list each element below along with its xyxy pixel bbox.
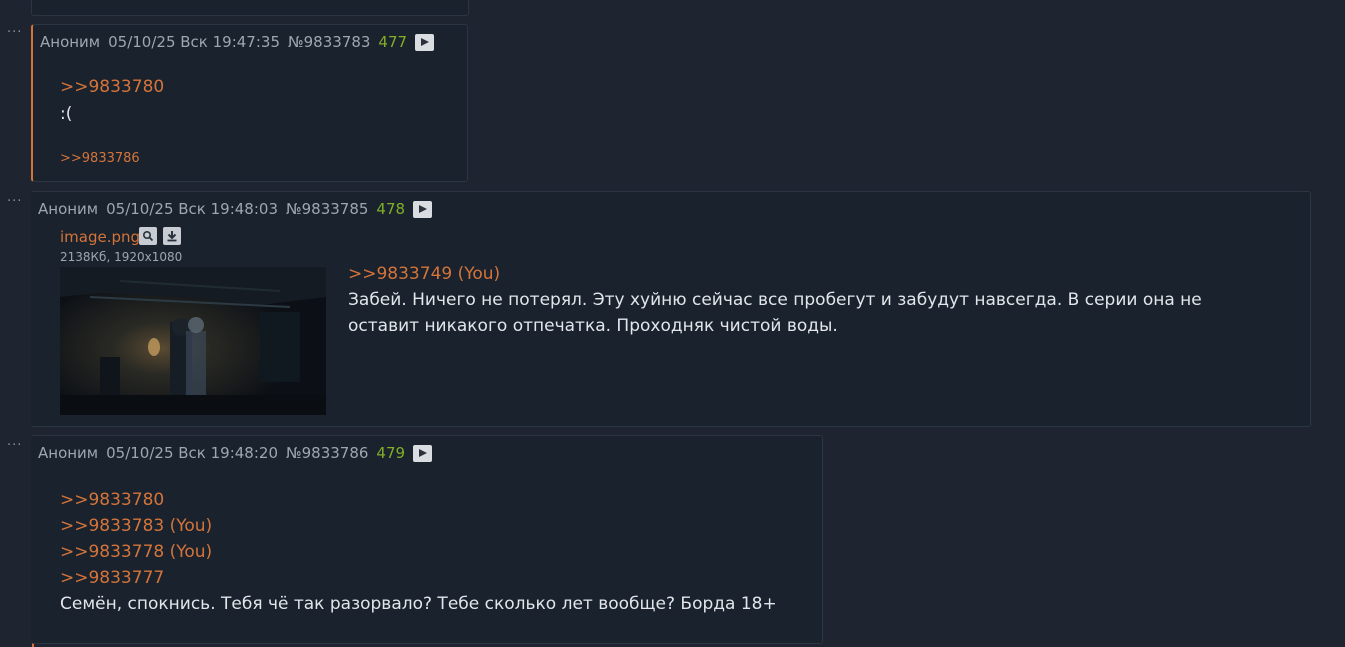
post-menu-icon[interactable]: ··· [7, 26, 22, 39]
reply-link[interactable]: >>9833749 (You) [348, 264, 500, 284]
search-icon[interactable] [139, 227, 157, 245]
play-icon[interactable] [413, 444, 433, 462]
post-date: 05/10/25 Вск 19:47:35 [108, 33, 280, 51]
post-count: 477 [378, 33, 408, 51]
play-icon[interactable] [415, 33, 435, 51]
post-details: Аноним 05/10/25 Вск 19:47:35 №9833783 47… [40, 33, 435, 51]
previous-post [31, 0, 469, 16]
reply-link[interactable]: >>9833777 [60, 568, 164, 588]
thread-page: ··· Аноним 05/10/25 Вск 19:47:35 №983378… [0, 0, 1345, 647]
reply-link[interactable]: >>9833778 (You) [60, 542, 212, 562]
post-message-line: оставит никакого отпечатка. Проходняк чи… [348, 316, 838, 336]
post-details: Аноним 05/10/25 Вск 19:48:20 №9833786 47… [38, 444, 433, 462]
reply-link[interactable]: >>9833780 [60, 490, 164, 510]
post-number-link[interactable]: №9833783 [288, 33, 370, 51]
file-name-link[interactable]: image.png [60, 228, 140, 246]
reply-link[interactable]: >>9833780 [60, 77, 164, 97]
post-details: Аноним 05/10/25 Вск 19:48:03 №9833785 47… [38, 200, 433, 218]
post-message: :( [60, 104, 73, 124]
post-number-link[interactable]: №9833785 [286, 200, 368, 218]
post-author: Аноним [38, 444, 99, 462]
play-icon[interactable] [413, 200, 433, 218]
post: Аноним 05/10/25 Вск 19:47:35 №9833783 47… [31, 24, 468, 182]
post: Аноним 05/10/25 Вск 19:48:03 №9833785 47… [31, 191, 1311, 427]
post-message: Семён, спокнись. Тебя чё так разорвало? … [60, 594, 777, 614]
post-count: 479 [376, 444, 406, 462]
post-author: Аноним [38, 200, 99, 218]
post-menu-icon[interactable]: ··· [7, 195, 22, 208]
post: Аноним 05/10/25 Вск 19:48:20 №9833786 47… [31, 435, 823, 644]
post-count: 478 [376, 200, 406, 218]
image-thumbnail[interactable] [60, 267, 326, 415]
post-date: 05/10/25 Вск 19:48:03 [106, 200, 278, 218]
post-date: 05/10/25 Вск 19:48:20 [106, 444, 278, 462]
post-author: Аноним [40, 33, 101, 51]
post-menu-icon[interactable]: ··· [7, 439, 22, 452]
download-icon[interactable] [163, 227, 181, 245]
file-meta: 2138Кб, 1920x1080 [60, 250, 183, 264]
post-message-line: Забей. Ничего не потерял. Эту хуйню сейч… [348, 290, 1202, 310]
backlink[interactable]: >>9833786 [60, 151, 140, 166]
post-number-link[interactable]: №9833786 [286, 444, 368, 462]
reply-link[interactable]: >>9833783 (You) [60, 516, 212, 536]
